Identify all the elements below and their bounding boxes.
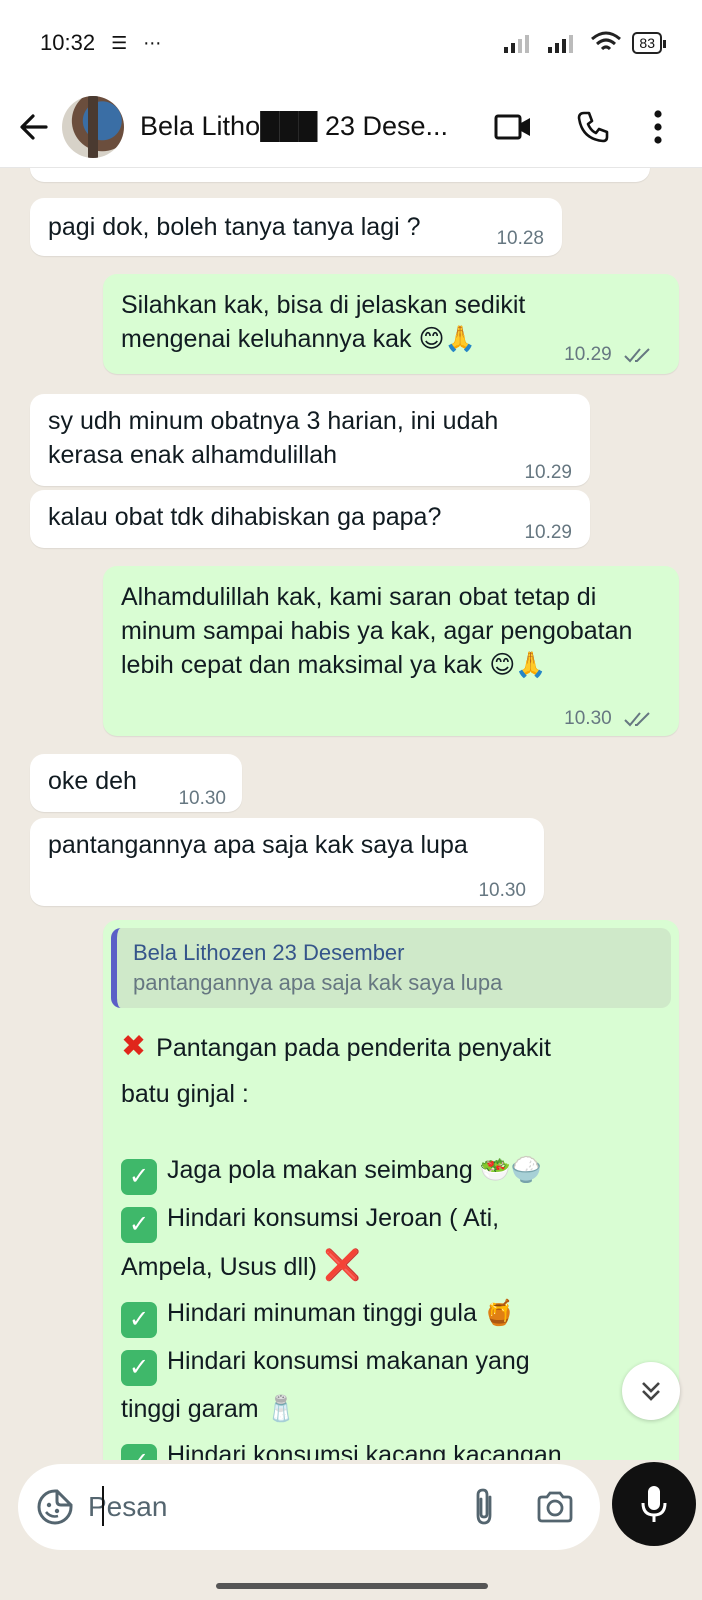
chevrons-down-icon	[642, 1382, 660, 1401]
signal-icon	[504, 35, 530, 53]
message-time: 10.29	[524, 462, 572, 483]
smile-pray-emoji: 😊🙏	[489, 650, 547, 679]
signal-icon-2	[548, 35, 574, 53]
more-notifications-icon: ⋯	[143, 32, 162, 53]
message-bubble-partial[interactable]	[30, 168, 650, 182]
list-item: ✓Hindari konsumsi kacang kacangan	[121, 1432, 661, 1460]
list-item: ✓ Hindari konsumsi makanan yang	[121, 1338, 661, 1386]
message-bubble-outgoing[interactable]: Alhamdulillah kak, kami saran obat tetap…	[103, 566, 679, 736]
double-check-icon	[624, 348, 650, 363]
microphone-icon	[641, 1486, 667, 1522]
arrow-left-icon	[20, 113, 48, 140]
honey-pot-emoji: 🍯	[483, 1298, 515, 1327]
quoted-text: pantangannya apa saja kak saya lupa	[133, 970, 503, 995]
quoted-message[interactable]: Bela Lithozen 23 Desember pantangannya a…	[111, 928, 671, 1008]
message-time: 10.30	[564, 702, 653, 736]
message-list[interactable]: pagi dok, boleh tanya tanya lagi ? 10.28…	[0, 168, 702, 1460]
double-check-icon	[624, 712, 650, 727]
list-item: ✓ Jaga pola makan seimbang 🥗🍚	[121, 1147, 661, 1195]
home-indicator	[216, 1583, 488, 1589]
message-time: 10.30	[478, 880, 526, 901]
message-bubble-incoming[interactable]: kalau obat tdk dihabiskan ga papa? 10.29	[30, 490, 590, 548]
layers-icon: ☰	[111, 32, 128, 53]
message-time: 10.30	[178, 788, 226, 809]
wifi-icon	[591, 31, 622, 51]
contact-name[interactable]: Bela Litho███ 23 Dese...	[140, 111, 470, 142]
message-text: pantangannya apa saja kak saya lupa	[48, 831, 468, 859]
reply-heading-cont: batu ginjal :	[121, 1080, 249, 1108]
clock: 10:32	[40, 30, 96, 55]
message-text: pagi dok, boleh tanya tanya lagi ?	[48, 213, 421, 241]
video-call-icon[interactable]	[494, 112, 532, 142]
more-vertical-icon[interactable]	[654, 109, 662, 144]
message-bubble-incoming[interactable]: sy udh minum obatnya 3 harian, ini udah …	[30, 394, 590, 486]
message-composer[interactable]	[18, 1464, 600, 1550]
composer-bar	[0, 1460, 702, 1600]
list-item-cont: tinggi garam 🧂	[121, 1386, 661, 1432]
check-icon: ✓	[121, 1302, 157, 1338]
paperclip-icon[interactable]	[472, 1487, 496, 1527]
check-icon: ✓	[121, 1207, 157, 1243]
status-bar: 10:32 ☰ ⋯ 83	[0, 0, 702, 86]
check-icon: ✓	[121, 1159, 157, 1195]
message-input[interactable]	[88, 1491, 418, 1523]
message-text: sy udh minum obatnya 3 harian, ini udah …	[48, 407, 499, 469]
camera-icon[interactable]	[536, 1490, 574, 1524]
message-text: Alhamdulillah kak, kami saran obat tetap…	[121, 583, 633, 679]
chat-header: Bela Litho███ 23 Dese...	[0, 86, 702, 168]
red-x-icon: ❌	[323, 1249, 362, 1282]
message-text: kalau obat tdk dihabiskan ga papa?	[48, 503, 442, 531]
text-caret	[102, 1486, 104, 1526]
smile-pray-emoji: 😊🙏	[418, 324, 476, 353]
list-item: ✓ Hindari minuman tinggi gula 🍯	[121, 1290, 661, 1338]
message-bubble-outgoing[interactable]: Silahkan kak, bisa di jelaskan sedikit m…	[103, 274, 679, 374]
salad-rice-emoji: 🥗🍚	[479, 1155, 542, 1184]
message-time: 10.29	[524, 522, 572, 543]
reply-heading: ✖ Pantangan pada penderita penyakit	[121, 1030, 551, 1063]
message-bubble-incoming[interactable]: pantangannya apa saja kak saya lupa 10.3…	[30, 818, 544, 906]
scroll-to-bottom-button[interactable]	[622, 1362, 680, 1420]
sticker-icon[interactable]	[36, 1488, 74, 1526]
quoted-sender: Bela Lithozen 23 Desember	[133, 940, 405, 965]
red-x-icon: ✖	[121, 1030, 147, 1063]
phone-icon[interactable]	[576, 110, 610, 144]
avatar[interactable]	[62, 95, 124, 158]
message-bubble-incoming[interactable]: pagi dok, boleh tanya tanya lagi ? 10.28	[30, 198, 562, 256]
message-bubble-incoming[interactable]: oke deh 10.30	[30, 754, 242, 812]
message-time: 10.29	[564, 338, 653, 372]
battery-icon: 83	[632, 32, 666, 54]
message-time: 10.28	[496, 228, 544, 249]
check-icon: ✓	[121, 1444, 157, 1460]
voice-message-button[interactable]	[612, 1462, 696, 1546]
check-icon: ✓	[121, 1350, 157, 1386]
back-button[interactable]	[14, 107, 54, 147]
message-bubble-reply[interactable]: Bela Lithozen 23 Desember pantangannya a…	[103, 920, 679, 1460]
list-item-cont: Ampela, Usus dll) ❌	[121, 1249, 362, 1282]
list-item: ✓ Hindari konsumsi Jeroan ( Ati,	[121, 1195, 661, 1243]
salt-shaker-emoji: 🧂	[265, 1394, 297, 1423]
